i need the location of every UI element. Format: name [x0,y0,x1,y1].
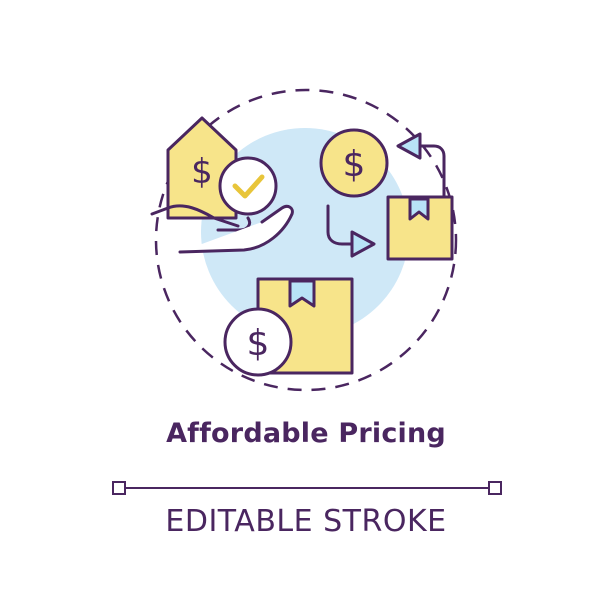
large-coin-dollar-sign: $ [247,323,270,364]
rule-end-handle [488,481,502,495]
dollar-coin-icon: $ [319,128,389,198]
editable-stroke-caption: EDITABLE STROKE [165,504,447,539]
large-dollar-coin-icon: $ [223,307,293,377]
icon-title: Affordable Pricing [166,418,446,449]
package-box-icon [386,195,454,261]
coin-dollar-sign: $ [343,144,366,185]
check-circle-icon [218,156,278,216]
editable-stroke-rule [112,481,502,495]
price-tag-dollar-sign: $ [191,152,213,192]
rule-start-handle [112,481,126,495]
